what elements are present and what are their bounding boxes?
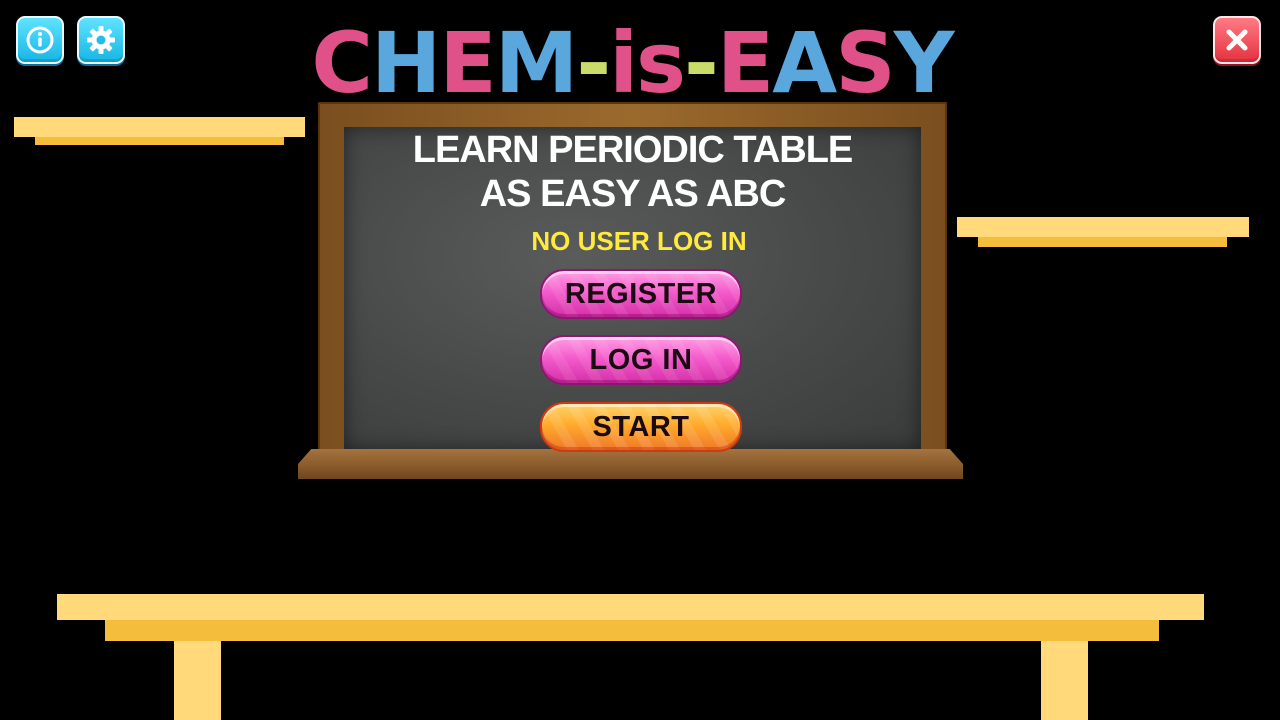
logo-letter: C — [311, 14, 373, 112]
close-icon — [1226, 29, 1248, 51]
gear-icon — [87, 26, 115, 54]
chalkboard-ledge — [298, 449, 963, 479]
table-top — [57, 594, 1204, 620]
register-button[interactable]: REGISTER — [540, 269, 742, 319]
login-status: NO USER LOG IN — [531, 226, 747, 256]
table-leg-left — [174, 641, 221, 720]
logo-letter: H — [371, 14, 441, 112]
logo-letter: - — [576, 14, 611, 112]
start-button-label: START — [592, 410, 690, 443]
right-shelf-edge — [978, 237, 1227, 247]
login-button-label: LOG IN — [589, 343, 693, 376]
login-button[interactable]: LOG IN — [540, 335, 742, 385]
logo-letter: S — [835, 14, 895, 112]
logo-letter: Y — [893, 14, 955, 112]
table-leg-right — [1041, 641, 1088, 720]
register-button-label: REGISTER — [564, 277, 718, 310]
logo-letter: M — [494, 14, 579, 112]
start-button[interactable]: START — [540, 402, 742, 452]
right-shelf — [957, 217, 1249, 237]
logo-letter: E — [716, 14, 774, 112]
logo-letter: - — [684, 14, 719, 112]
left-shelf — [14, 117, 305, 137]
close-button[interactable] — [1213, 16, 1261, 64]
settings-button[interactable] — [77, 16, 125, 64]
logo-letter: A — [772, 14, 837, 112]
game-logo: CHEM-is-EASY — [300, 20, 964, 106]
logo-letter: E — [439, 14, 496, 112]
headline-line-2: AS EASY AS ABC — [479, 173, 787, 215]
logo-letter: s — [636, 14, 686, 112]
left-shelf-edge — [35, 137, 284, 145]
info-icon — [26, 26, 54, 54]
headline-line-1: LEARN PERIODIC TABLE — [412, 129, 854, 171]
table-apron — [105, 620, 1159, 641]
info-button[interactable] — [16, 16, 64, 64]
logo-letter: i — [609, 14, 638, 112]
